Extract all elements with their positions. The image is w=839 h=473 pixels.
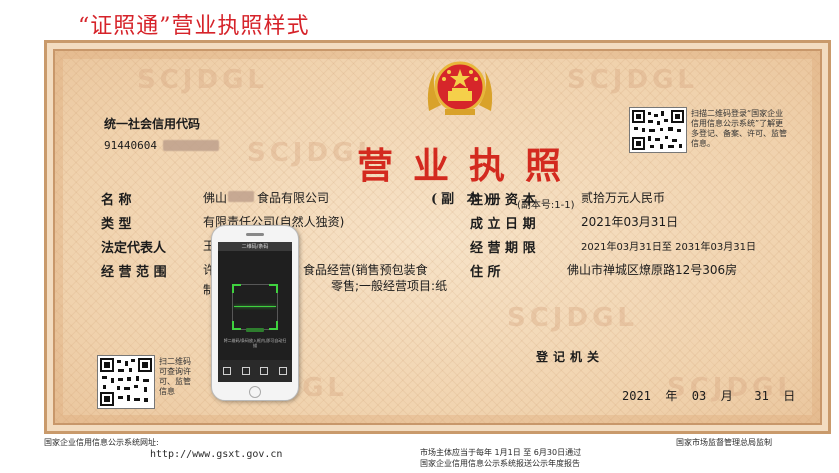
scan-title: 二维码/条码	[241, 244, 269, 250]
registration-date: 2021 年 03 月 31 日	[622, 389, 796, 403]
registered-capital-value: 贰拾万元人民币	[581, 191, 666, 205]
business-term-label: 经 营 期 限	[470, 241, 536, 256]
footer-annual-report-line2: 国家企业信用信息公示系统报送公示年度报告	[420, 459, 580, 468]
scan-corner	[269, 284, 278, 293]
qr-pattern-icon	[100, 358, 152, 406]
footer-url-label: 国家企业信用信息公示系统网址:	[44, 438, 159, 447]
national-emblem-icon	[427, 61, 493, 115]
address-value: 佛山市禅城区燎原路12号306房	[567, 263, 738, 277]
footer-url[interactable]: http://www.gsxt.gov.cn	[150, 449, 282, 460]
scan-corner	[232, 284, 241, 293]
registered-capital-label: 注 册 资 本	[470, 193, 536, 208]
scope-value-right2: 零售;一般经营项目:纸	[331, 279, 448, 293]
name-value: 佛山	[203, 191, 228, 205]
credit-code-value: 91440604	[104, 139, 157, 152]
scan-frame	[232, 284, 278, 330]
scan-hint: 将二维码/条码放入框内,即可自动扫描	[223, 338, 287, 348]
street-icon[interactable]	[260, 367, 269, 375]
cover-icon[interactable]	[241, 367, 250, 375]
business-term-value: 2021年03月31日至 2031年03月31日	[581, 242, 756, 253]
qr-note-bottom: 扫二维码可查询许可、监管信息	[159, 357, 191, 396]
established-date-value: 2021年03月31日	[581, 215, 679, 229]
scan-code-icon[interactable]	[223, 367, 232, 375]
watermark: SCJDGL	[567, 65, 698, 95]
translate-icon[interactable]	[278, 367, 287, 375]
credit-code-label: 统一社会信用代码	[104, 117, 201, 131]
phone-speaker	[246, 233, 264, 236]
scan-corner	[269, 321, 278, 330]
scope-value-right1: 食品经营(销售预包装食	[303, 263, 428, 277]
qr-code[interactable]	[629, 107, 687, 153]
scan-line	[234, 306, 276, 307]
registration-office: 登记机关	[536, 350, 605, 364]
page-heading: “证照通”营业执照样式	[78, 14, 310, 39]
scope-label: 经 营 范 围	[101, 265, 167, 280]
name-value-tail: 食品有限公司	[257, 191, 330, 205]
phone-screen: 二维码/条码 将二维码/条码放入框内,即可自动扫描	[218, 242, 292, 382]
license-title: 营业执照	[357, 145, 582, 187]
watermark: SCJDGL	[137, 65, 268, 95]
home-button[interactable]	[249, 386, 261, 398]
footer-annual-report-line1: 市场主体应当于每年 1月1日 至 6月30日通过	[420, 448, 582, 457]
flashlight-button[interactable]	[246, 328, 264, 332]
qr-code[interactable]	[97, 355, 155, 409]
established-date-label: 成 立 日 期	[470, 217, 536, 232]
qr-pattern-icon	[632, 110, 684, 150]
redaction-blur	[163, 140, 219, 151]
redaction-blur	[228, 191, 254, 202]
name-label: 名 称	[101, 193, 132, 208]
type-label: 类 型	[101, 217, 132, 232]
phone-mockup: 二维码/条码 将二维码/条码放入框内,即可自动扫描	[211, 225, 299, 401]
business-license: SCJDGL SCJDGL SCJDGL SCJDGL SCJDGL SCJDG…	[44, 40, 831, 434]
qr-note-top: 扫描二维码登录“国家企业信用信息公示系统”了解更多登记、备案、许可、监管信息。	[691, 109, 787, 148]
footer-supervisor: 国家市场监督管理总局监制	[676, 438, 772, 447]
legal-rep-label: 法定代表人	[101, 241, 167, 256]
scan-tab-bar	[218, 360, 292, 382]
scan-corner	[232, 321, 241, 330]
address-label: 住 所	[470, 265, 501, 280]
scan-top-bar: 二维码/条码	[218, 242, 292, 251]
watermark: SCJDGL	[507, 303, 638, 333]
